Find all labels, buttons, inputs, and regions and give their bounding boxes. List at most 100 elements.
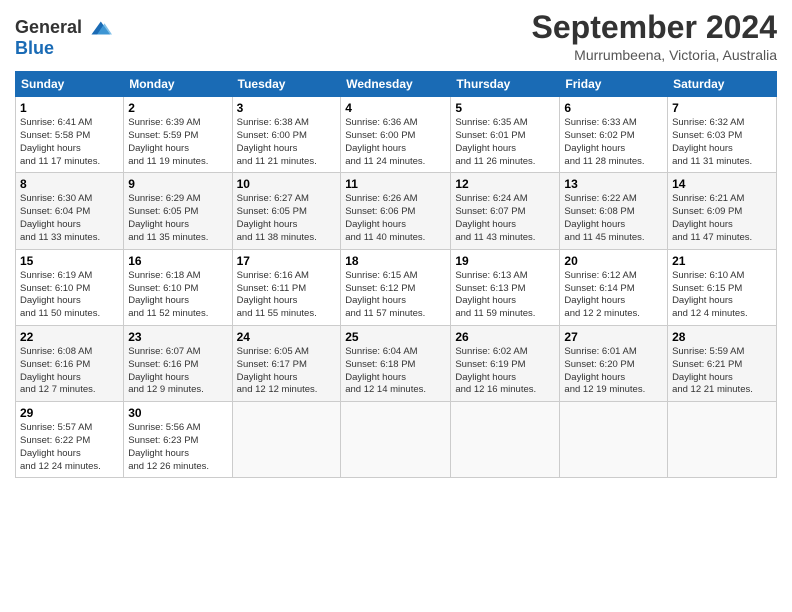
day-number: 30 (128, 406, 227, 420)
calendar-cell: 15 Sunrise: 6:19 AM Sunset: 6:10 PM Dayl… (16, 249, 124, 325)
logo-icon (84, 14, 112, 42)
calendar-week-row: 22 Sunrise: 6:08 AM Sunset: 6:16 PM Dayl… (16, 325, 777, 401)
day-info: Sunrise: 6:01 AM Sunset: 6:20 PM Dayligh… (564, 346, 663, 397)
day-info: Sunrise: 6:32 AM Sunset: 6:03 PM Dayligh… (672, 117, 772, 168)
title-area: September 2024 Murrumbeena, Victoria, Au… (532, 10, 777, 63)
day-number: 27 (564, 330, 663, 344)
day-info: Sunrise: 5:57 AM Sunset: 6:22 PM Dayligh… (20, 422, 119, 473)
day-info: Sunrise: 6:24 AM Sunset: 6:07 PM Dayligh… (455, 193, 555, 244)
page: General Blue September 2024 Murrumbeena,… (0, 0, 792, 612)
day-info: Sunrise: 6:08 AM Sunset: 6:16 PM Dayligh… (20, 346, 119, 397)
day-info: Sunrise: 6:36 AM Sunset: 6:00 PM Dayligh… (345, 117, 446, 168)
day-info: Sunrise: 6:30 AM Sunset: 6:04 PM Dayligh… (20, 193, 119, 244)
day-info: Sunrise: 6:35 AM Sunset: 6:01 PM Dayligh… (455, 117, 555, 168)
day-number: 2 (128, 101, 227, 115)
calendar-cell: 12 Sunrise: 6:24 AM Sunset: 6:07 PM Dayl… (451, 173, 560, 249)
calendar-cell (232, 402, 341, 478)
calendar-cell: 4 Sunrise: 6:36 AM Sunset: 6:00 PM Dayli… (341, 97, 451, 173)
header-wednesday: Wednesday (341, 72, 451, 97)
calendar-cell: 29 Sunrise: 5:57 AM Sunset: 6:22 PM Dayl… (16, 402, 124, 478)
day-info: Sunrise: 6:16 AM Sunset: 6:11 PM Dayligh… (237, 270, 337, 321)
calendar-cell: 7 Sunrise: 6:32 AM Sunset: 6:03 PM Dayli… (668, 97, 777, 173)
header-monday: Monday (124, 72, 232, 97)
calendar-cell: 28 Sunrise: 5:59 AM Sunset: 6:21 PM Dayl… (668, 325, 777, 401)
day-info: Sunrise: 6:04 AM Sunset: 6:18 PM Dayligh… (345, 346, 446, 397)
day-info: Sunrise: 6:39 AM Sunset: 5:59 PM Dayligh… (128, 117, 227, 168)
day-number: 19 (455, 254, 555, 268)
calendar-cell: 30 Sunrise: 5:56 AM Sunset: 6:23 PM Dayl… (124, 402, 232, 478)
day-info: Sunrise: 6:21 AM Sunset: 6:09 PM Dayligh… (672, 193, 772, 244)
day-number: 15 (20, 254, 119, 268)
calendar-cell: 11 Sunrise: 6:26 AM Sunset: 6:06 PM Dayl… (341, 173, 451, 249)
header-friday: Friday (560, 72, 668, 97)
day-number: 5 (455, 101, 555, 115)
calendar-week-row: 15 Sunrise: 6:19 AM Sunset: 6:10 PM Dayl… (16, 249, 777, 325)
day-info: Sunrise: 6:41 AM Sunset: 5:58 PM Dayligh… (20, 117, 119, 168)
logo: General Blue (15, 14, 112, 59)
day-number: 28 (672, 330, 772, 344)
header: General Blue September 2024 Murrumbeena,… (15, 10, 777, 63)
day-number: 26 (455, 330, 555, 344)
day-number: 6 (564, 101, 663, 115)
calendar-week-row: 29 Sunrise: 5:57 AM Sunset: 6:22 PM Dayl… (16, 402, 777, 478)
day-info: Sunrise: 6:27 AM Sunset: 6:05 PM Dayligh… (237, 193, 337, 244)
calendar-week-row: 1 Sunrise: 6:41 AM Sunset: 5:58 PM Dayli… (16, 97, 777, 173)
calendar-cell: 10 Sunrise: 6:27 AM Sunset: 6:05 PM Dayl… (232, 173, 341, 249)
day-number: 22 (20, 330, 119, 344)
calendar-cell (451, 402, 560, 478)
calendar-cell (341, 402, 451, 478)
calendar-cell: 21 Sunrise: 6:10 AM Sunset: 6:15 PM Dayl… (668, 249, 777, 325)
day-number: 24 (237, 330, 337, 344)
calendar-cell: 20 Sunrise: 6:12 AM Sunset: 6:14 PM Dayl… (560, 249, 668, 325)
day-info: Sunrise: 6:18 AM Sunset: 6:10 PM Dayligh… (128, 270, 227, 321)
calendar-cell: 26 Sunrise: 6:02 AM Sunset: 6:19 PM Dayl… (451, 325, 560, 401)
day-number: 18 (345, 254, 446, 268)
day-info: Sunrise: 6:22 AM Sunset: 6:08 PM Dayligh… (564, 193, 663, 244)
day-number: 14 (672, 177, 772, 191)
header-thursday: Thursday (451, 72, 560, 97)
calendar-cell: 5 Sunrise: 6:35 AM Sunset: 6:01 PM Dayli… (451, 97, 560, 173)
calendar-week-row: 8 Sunrise: 6:30 AM Sunset: 6:04 PM Dayli… (16, 173, 777, 249)
location-title: Murrumbeena, Victoria, Australia (532, 47, 777, 63)
day-info: Sunrise: 6:29 AM Sunset: 6:05 PM Dayligh… (128, 193, 227, 244)
logo-text: General (15, 18, 82, 38)
day-info: Sunrise: 5:56 AM Sunset: 6:23 PM Dayligh… (128, 422, 227, 473)
calendar-cell: 6 Sunrise: 6:33 AM Sunset: 6:02 PM Dayli… (560, 97, 668, 173)
day-number: 20 (564, 254, 663, 268)
day-number: 1 (20, 101, 119, 115)
day-number: 7 (672, 101, 772, 115)
day-info: Sunrise: 6:15 AM Sunset: 6:12 PM Dayligh… (345, 270, 446, 321)
day-info: Sunrise: 6:26 AM Sunset: 6:06 PM Dayligh… (345, 193, 446, 244)
calendar-cell: 16 Sunrise: 6:18 AM Sunset: 6:10 PM Dayl… (124, 249, 232, 325)
day-info: Sunrise: 6:05 AM Sunset: 6:17 PM Dayligh… (237, 346, 337, 397)
day-number: 10 (237, 177, 337, 191)
day-info: Sunrise: 6:10 AM Sunset: 6:15 PM Dayligh… (672, 270, 772, 321)
day-number: 16 (128, 254, 227, 268)
calendar-cell: 18 Sunrise: 6:15 AM Sunset: 6:12 PM Dayl… (341, 249, 451, 325)
calendar-cell (668, 402, 777, 478)
calendar-cell: 8 Sunrise: 6:30 AM Sunset: 6:04 PM Dayli… (16, 173, 124, 249)
day-info: Sunrise: 6:07 AM Sunset: 6:16 PM Dayligh… (128, 346, 227, 397)
calendar-cell (560, 402, 668, 478)
day-number: 3 (237, 101, 337, 115)
calendar-cell: 9 Sunrise: 6:29 AM Sunset: 6:05 PM Dayli… (124, 173, 232, 249)
calendar-cell: 1 Sunrise: 6:41 AM Sunset: 5:58 PM Dayli… (16, 97, 124, 173)
calendar-cell: 19 Sunrise: 6:13 AM Sunset: 6:13 PM Dayl… (451, 249, 560, 325)
day-number: 9 (128, 177, 227, 191)
day-info: Sunrise: 6:19 AM Sunset: 6:10 PM Dayligh… (20, 270, 119, 321)
day-number: 29 (20, 406, 119, 420)
calendar-cell: 2 Sunrise: 6:39 AM Sunset: 5:59 PM Dayli… (124, 97, 232, 173)
header-saturday: Saturday (668, 72, 777, 97)
day-number: 25 (345, 330, 446, 344)
day-info: Sunrise: 6:12 AM Sunset: 6:14 PM Dayligh… (564, 270, 663, 321)
day-number: 8 (20, 177, 119, 191)
day-number: 13 (564, 177, 663, 191)
day-number: 23 (128, 330, 227, 344)
day-info: Sunrise: 6:33 AM Sunset: 6:02 PM Dayligh… (564, 117, 663, 168)
day-number: 4 (345, 101, 446, 115)
header-tuesday: Tuesday (232, 72, 341, 97)
calendar-cell: 25 Sunrise: 6:04 AM Sunset: 6:18 PM Dayl… (341, 325, 451, 401)
day-info: Sunrise: 6:02 AM Sunset: 6:19 PM Dayligh… (455, 346, 555, 397)
calendar-cell: 14 Sunrise: 6:21 AM Sunset: 6:09 PM Dayl… (668, 173, 777, 249)
calendar-cell: 3 Sunrise: 6:38 AM Sunset: 6:00 PM Dayli… (232, 97, 341, 173)
